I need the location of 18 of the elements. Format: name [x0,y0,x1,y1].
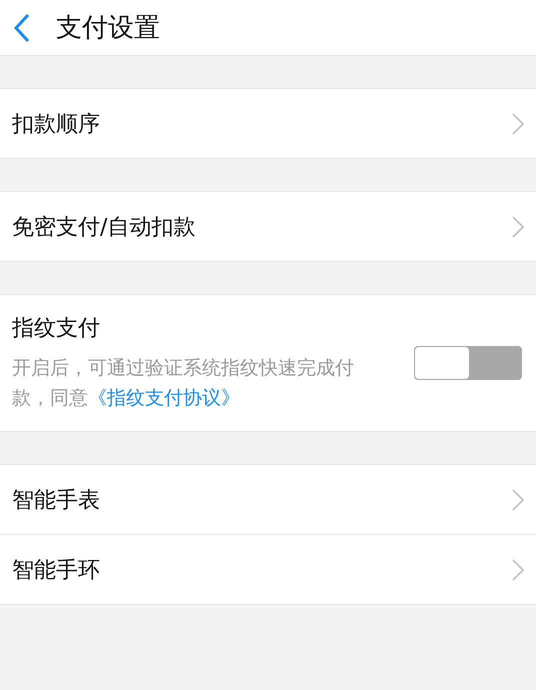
settings-row[interactable]: 扣款顺序 [0,89,536,158]
row-label: 免密支付/自动扣款 [12,214,196,242]
chevron-right-icon [512,216,524,238]
chevron-right-icon [512,488,524,510]
settings-row[interactable]: 免密支付/自动扣款 [0,192,536,261]
settings-row[interactable]: 智能手表 [0,465,536,534]
row-label: 智能手表 [12,486,100,514]
settings-row[interactable]: 智能手环 [0,534,536,604]
row-label: 扣款顺序 [12,110,100,138]
back-button[interactable] [12,12,32,42]
row-label: 智能手环 [12,556,100,584]
row-label: 指纹支付 [12,315,101,343]
description-text: 开启后，可通过验证系统指纹快速完成付款，同意《指纹支付协议》 [12,356,355,411]
back-icon [14,14,30,42]
page-title: 支付设置 [56,12,160,45]
toggle-switch[interactable] [414,346,522,380]
chevron-right-icon [512,112,524,134]
chevron-right-icon [512,558,524,580]
